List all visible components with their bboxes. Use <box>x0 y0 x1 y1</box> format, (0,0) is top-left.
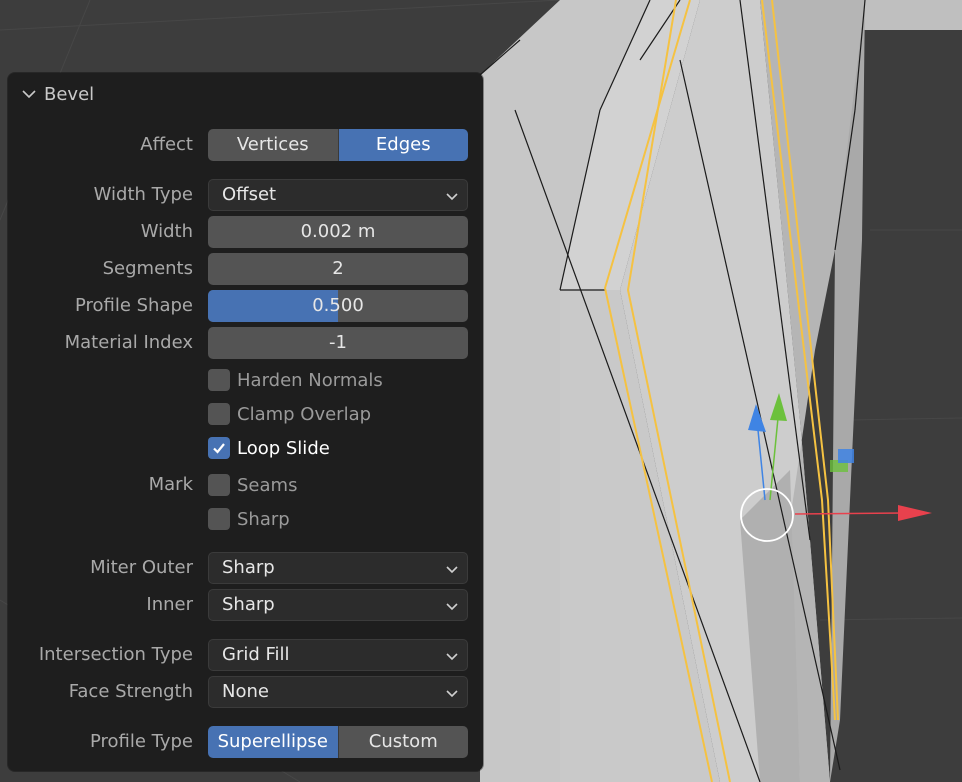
affect-edges-option[interactable]: Edges <box>338 129 468 161</box>
chevron-down-icon <box>446 193 458 201</box>
miter-inner-label: Inner <box>146 594 193 615</box>
affect-vertices-option[interactable]: Vertices <box>208 129 339 161</box>
chevron-down-icon <box>446 653 458 661</box>
seams-label: Seams <box>237 474 298 496</box>
sharp-label: Sharp <box>237 508 290 530</box>
miter-inner-value: Sharp <box>222 594 275 615</box>
clamp-overlap-checkbox[interactable]: Clamp Overlap <box>208 401 371 427</box>
profile-shape-label: Profile Shape <box>74 295 193 316</box>
face-strength-label: Face Strength <box>68 681 193 702</box>
affect-label: Affect <box>140 134 193 155</box>
chevron-down-icon <box>22 90 36 99</box>
checkbox-box <box>208 474 230 496</box>
chevron-down-icon <box>446 603 458 611</box>
miter-inner-dropdown[interactable]: Sharp <box>208 589 468 621</box>
affect-toggle: Vertices Edges <box>208 129 468 161</box>
bevel-panel: Bevel Affect Vertices Edges Width Type O… <box>8 73 483 771</box>
checkbox-box <box>208 437 230 459</box>
checkmark-icon <box>213 443 225 454</box>
checkbox-box <box>208 508 230 530</box>
profile-shape-value: 0.500 <box>312 295 364 316</box>
width-field[interactable]: 0.002 m <box>208 216 468 248</box>
width-type-label: Width Type <box>93 184 193 205</box>
miter-outer-dropdown[interactable]: Sharp <box>208 552 468 584</box>
seams-checkbox[interactable]: Seams <box>208 472 297 498</box>
panel-title: Bevel <box>44 83 95 105</box>
clamp-overlap-label: Clamp Overlap <box>237 403 372 425</box>
loop-slide-label: Loop Slide <box>237 437 330 459</box>
segments-field[interactable]: 2 <box>208 253 468 285</box>
segments-label: Segments <box>102 258 193 279</box>
checkbox-box <box>208 369 230 391</box>
intersection-type-label: Intersection Type <box>38 644 193 665</box>
width-label: Width <box>140 221 193 242</box>
profile-type-custom-option[interactable]: Custom <box>338 726 468 758</box>
width-type-value: Offset <box>222 184 277 205</box>
panel-header[interactable]: Bevel <box>20 81 94 107</box>
background-mesh <box>860 0 962 30</box>
harden-normals-label: Harden Normals <box>237 369 383 391</box>
chevron-down-icon <box>446 690 458 698</box>
face-strength-dropdown[interactable]: None <box>208 676 468 708</box>
face-strength-value: None <box>222 681 269 702</box>
profile-shape-slider[interactable]: 0.500 <box>208 290 468 322</box>
profile-type-label: Profile Type <box>89 731 193 752</box>
miter-outer-label: Miter Outer <box>90 557 193 578</box>
material-index-label: Material Index <box>64 332 193 353</box>
sharp-checkbox[interactable]: Sharp <box>208 506 290 532</box>
mesh-object <box>480 0 865 782</box>
miter-outer-value: Sharp <box>222 557 275 578</box>
intersection-type-dropdown[interactable]: Grid Fill <box>208 639 468 671</box>
profile-type-toggle: Superellipse Custom <box>208 726 468 758</box>
chevron-down-icon <box>446 566 458 574</box>
mark-label: Mark <box>148 474 193 495</box>
harden-normals-checkbox[interactable]: Harden Normals <box>208 367 383 393</box>
width-type-dropdown[interactable]: Offset <box>208 179 468 211</box>
loop-slide-checkbox[interactable]: Loop Slide <box>208 435 330 461</box>
checkbox-box <box>208 403 230 425</box>
intersection-type-value: Grid Fill <box>222 644 290 665</box>
profile-type-superellipse-option[interactable]: Superellipse <box>208 726 339 758</box>
material-index-field[interactable]: -1 <box>208 327 468 359</box>
